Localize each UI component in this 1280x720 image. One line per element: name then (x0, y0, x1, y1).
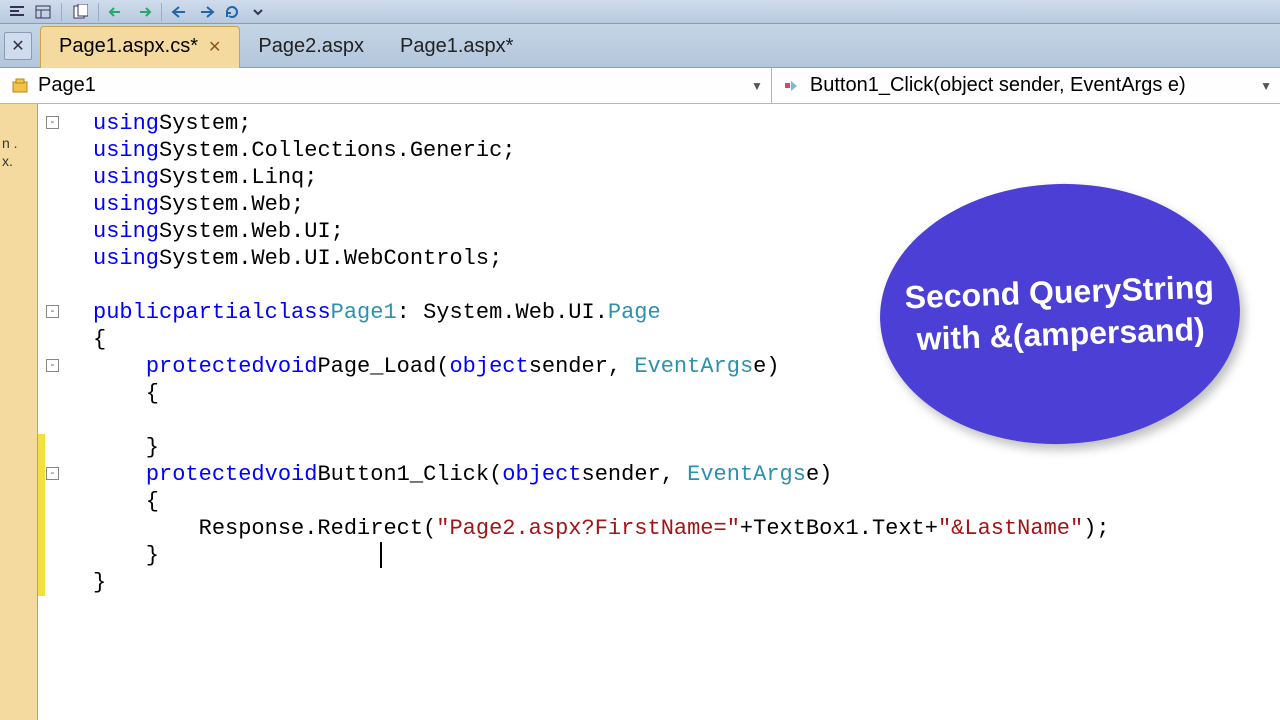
close-tab-icon[interactable]: ✕ (208, 37, 221, 57)
code-line (93, 407, 1280, 434)
code-line: usingSystem.Web.UI; (93, 218, 1280, 245)
toolbar (0, 0, 1280, 24)
navigation-bar: Page1 ▼ Button1_Click(object sender, Eve… (0, 68, 1280, 104)
code-line: usingSystem; (93, 110, 1280, 137)
toolbox-hint: n . x. (2, 134, 32, 170)
class-dropdown[interactable]: Page1 ▼ (0, 68, 772, 103)
collapsed-toolbox-panel[interactable]: n . x. (0, 104, 38, 720)
undo-icon[interactable] (106, 2, 128, 22)
tab-label: Page1.aspx* (400, 35, 513, 58)
properties-icon[interactable] (32, 2, 54, 22)
tab-label: Page1.aspx.cs* (59, 35, 198, 58)
code-line: Response.Redirect("Page2.aspx?FirstName=… (93, 515, 1280, 542)
redo-icon[interactable] (132, 2, 154, 22)
code-line: { (93, 488, 1280, 515)
refresh-icon[interactable] (221, 2, 243, 22)
method-dropdown[interactable]: Button1_Click(object sender, EventArgs e… (772, 68, 1280, 103)
code-line: usingSystem.Collections.Generic; (93, 137, 1280, 164)
code-line: protectedvoidButton1_Click(objectsender,… (93, 461, 1280, 488)
code-line (93, 272, 1280, 299)
fold-toggle[interactable]: - (46, 305, 59, 318)
more-icon[interactable] (247, 2, 269, 22)
code-line: publicpartialclassPage1: System.Web.UI.P… (93, 299, 1280, 326)
document-tabstrip: ✕ Page1.aspx.cs* ✕ Page2.aspx Page1.aspx* (0, 24, 1280, 68)
document-tab[interactable]: Page1.aspx.cs* ✕ (40, 26, 240, 68)
class-icon (10, 76, 30, 96)
code-line: } (93, 569, 1280, 596)
code-line: } (93, 542, 1280, 569)
tab-label: Page2.aspx (258, 35, 364, 58)
close-pane-button[interactable]: ✕ (4, 32, 32, 60)
fold-toggle[interactable]: - (46, 116, 59, 129)
chevron-down-icon: ▼ (1260, 79, 1272, 93)
toolbar-separator (61, 3, 62, 21)
toolbar-separator (98, 3, 99, 21)
fold-toggle[interactable]: - (46, 467, 59, 480)
toolbar-separator (161, 3, 162, 21)
code-line: } (93, 434, 1280, 461)
code-line: { (93, 380, 1280, 407)
method-icon (782, 76, 802, 96)
code-editor[interactable]: n . x. usingSystem;usingSystem.Collectio… (0, 104, 1280, 720)
nav-back-icon[interactable] (169, 2, 191, 22)
new-file-icon[interactable] (69, 2, 91, 22)
code-line: protectedvoidPage_Load(objectsender, Eve… (93, 353, 1280, 380)
code-line: usingSystem.Linq; (93, 164, 1280, 191)
align-left-icon[interactable] (6, 2, 28, 22)
chevron-down-icon: ▼ (751, 79, 763, 93)
nav-forward-icon[interactable] (195, 2, 217, 22)
document-tab[interactable]: Page1.aspx* (382, 26, 531, 68)
fold-toggle[interactable]: - (46, 359, 59, 372)
method-dropdown-label: Button1_Click(object sender, EventArgs e… (810, 74, 1186, 97)
editor-gutter (38, 104, 93, 720)
document-tab[interactable]: Page2.aspx (240, 26, 382, 68)
class-dropdown-label: Page1 (38, 74, 96, 97)
code-line: { (93, 326, 1280, 353)
code-area[interactable]: usingSystem;usingSystem.Collections.Gene… (93, 110, 1280, 596)
change-indicator (38, 434, 45, 596)
code-line: usingSystem.Web; (93, 191, 1280, 218)
code-line: usingSystem.Web.UI.WebControls; (93, 245, 1280, 272)
text-caret (380, 542, 382, 568)
